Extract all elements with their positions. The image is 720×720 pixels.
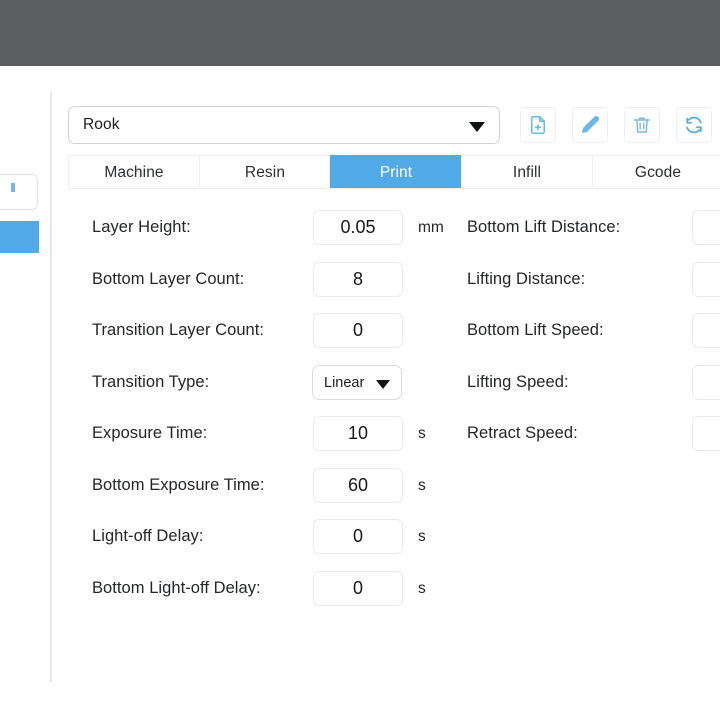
label-lifting-distance: Lifting Distance:: [467, 270, 585, 289]
field-row-retract-speed: Retract Speed:: [467, 412, 720, 464]
label-bottom-light-off-delay: Bottom Light-off Delay:: [92, 579, 261, 598]
chevron-down-icon[interactable]: [469, 122, 485, 132]
tab-machine[interactable]: Machine: [68, 155, 200, 189]
print-settings-panel: Rook: [52, 66, 720, 720]
label-bottom-lift-speed: Bottom Lift Speed:: [467, 321, 604, 340]
profile-selected-value: Rook: [83, 116, 120, 134]
edit-profile-button[interactable]: [572, 107, 608, 143]
field-row-transition-layer-count: Transition Layer Count: 0: [52, 309, 472, 361]
delete-profile-button[interactable]: [624, 107, 660, 143]
field-row-lifting-speed: Lifting Speed:: [467, 361, 720, 413]
field-row-exposure-time: Exposure Time: 10 s: [52, 412, 472, 464]
label-layer-height: Layer Height:: [92, 218, 191, 237]
refresh-profile-button[interactable]: [676, 107, 712, 143]
label-light-off-delay: Light-off Delay:: [92, 527, 203, 546]
unit-light-off-delay: s: [418, 528, 426, 546]
tab-gcode[interactable]: Gcode: [592, 155, 720, 189]
select-transition-type-value: Linear: [324, 375, 364, 391]
field-row-bottom-layer-count: Bottom Layer Count: 8: [52, 258, 472, 310]
chevron-down-icon[interactable]: [376, 380, 390, 389]
title-bar: [0, 0, 720, 66]
field-row-bottom-lift-speed: Bottom Lift Speed:: [467, 309, 720, 361]
left-side-panel: [0, 66, 51, 720]
settings-column-right: Bottom Lift Distance: Lifting Distance: …: [467, 206, 720, 464]
field-row-light-off-delay: Light-off Delay: 0 s: [52, 515, 472, 567]
profile-toolbar-row: Rook: [68, 106, 720, 144]
field-row-lifting-distance: Lifting Distance:: [467, 258, 720, 310]
unit-bottom-exposure-time: s: [418, 477, 426, 495]
field-row-bottom-lift-distance: Bottom Lift Distance:: [467, 206, 720, 258]
application-window: Rook: [0, 0, 720, 720]
clipped-left-icon: [11, 183, 15, 192]
settings-column-left: Layer Height: 0.05 mm Bottom Layer Count…: [52, 206, 472, 618]
tab-resin[interactable]: Resin: [199, 155, 331, 189]
input-lifting-distance[interactable]: [692, 262, 720, 297]
unit-exposure-time: s: [418, 425, 426, 443]
field-row-bottom-exposure-time: Bottom Exposure Time: 60 s: [52, 464, 472, 516]
input-light-off-delay[interactable]: 0: [313, 519, 403, 554]
clipped-left-combobox[interactable]: [0, 174, 38, 210]
input-lifting-speed[interactable]: [692, 365, 720, 400]
input-exposure-time[interactable]: 10: [313, 416, 403, 451]
unit-bottom-light-off-delay: s: [418, 580, 426, 598]
tabs-underline: [68, 188, 720, 189]
select-transition-type[interactable]: Linear: [312, 365, 402, 400]
settings-tabs: Machine Resin Print Infill Gcode: [68, 155, 720, 189]
tab-print[interactable]: Print: [330, 155, 462, 189]
label-exposure-time: Exposure Time:: [92, 424, 207, 443]
input-bottom-layer-count[interactable]: 8: [313, 262, 403, 297]
input-bottom-lift-distance[interactable]: [692, 210, 720, 245]
label-retract-speed: Retract Speed:: [467, 424, 578, 443]
label-bottom-exposure-time: Bottom Exposure Time:: [92, 476, 265, 495]
clipped-left-selected-tab[interactable]: [0, 221, 39, 253]
label-bottom-layer-count: Bottom Layer Count:: [92, 270, 244, 289]
new-profile-button[interactable]: [520, 107, 556, 143]
input-bottom-lift-speed[interactable]: [692, 313, 720, 348]
input-transition-layer-count[interactable]: 0: [313, 313, 403, 348]
label-lifting-speed: Lifting Speed:: [467, 373, 569, 392]
input-bottom-light-off-delay[interactable]: 0: [313, 571, 403, 606]
input-retract-speed[interactable]: [692, 416, 720, 451]
label-transition-layer-count: Transition Layer Count:: [92, 321, 264, 340]
field-row-layer-height: Layer Height: 0.05 mm: [52, 206, 472, 258]
input-layer-height[interactable]: 0.05: [313, 210, 403, 245]
label-transition-type: Transition Type:: [92, 373, 209, 392]
tab-infill[interactable]: Infill: [461, 155, 593, 189]
unit-layer-height: mm: [418, 219, 444, 237]
profile-combobox[interactable]: Rook: [68, 106, 500, 144]
label-bottom-lift-distance: Bottom Lift Distance:: [467, 218, 620, 237]
field-row-bottom-light-off-delay: Bottom Light-off Delay: 0 s: [52, 567, 472, 619]
input-bottom-exposure-time[interactable]: 60: [313, 468, 403, 503]
field-row-transition-type: Transition Type: Linear: [52, 361, 472, 413]
